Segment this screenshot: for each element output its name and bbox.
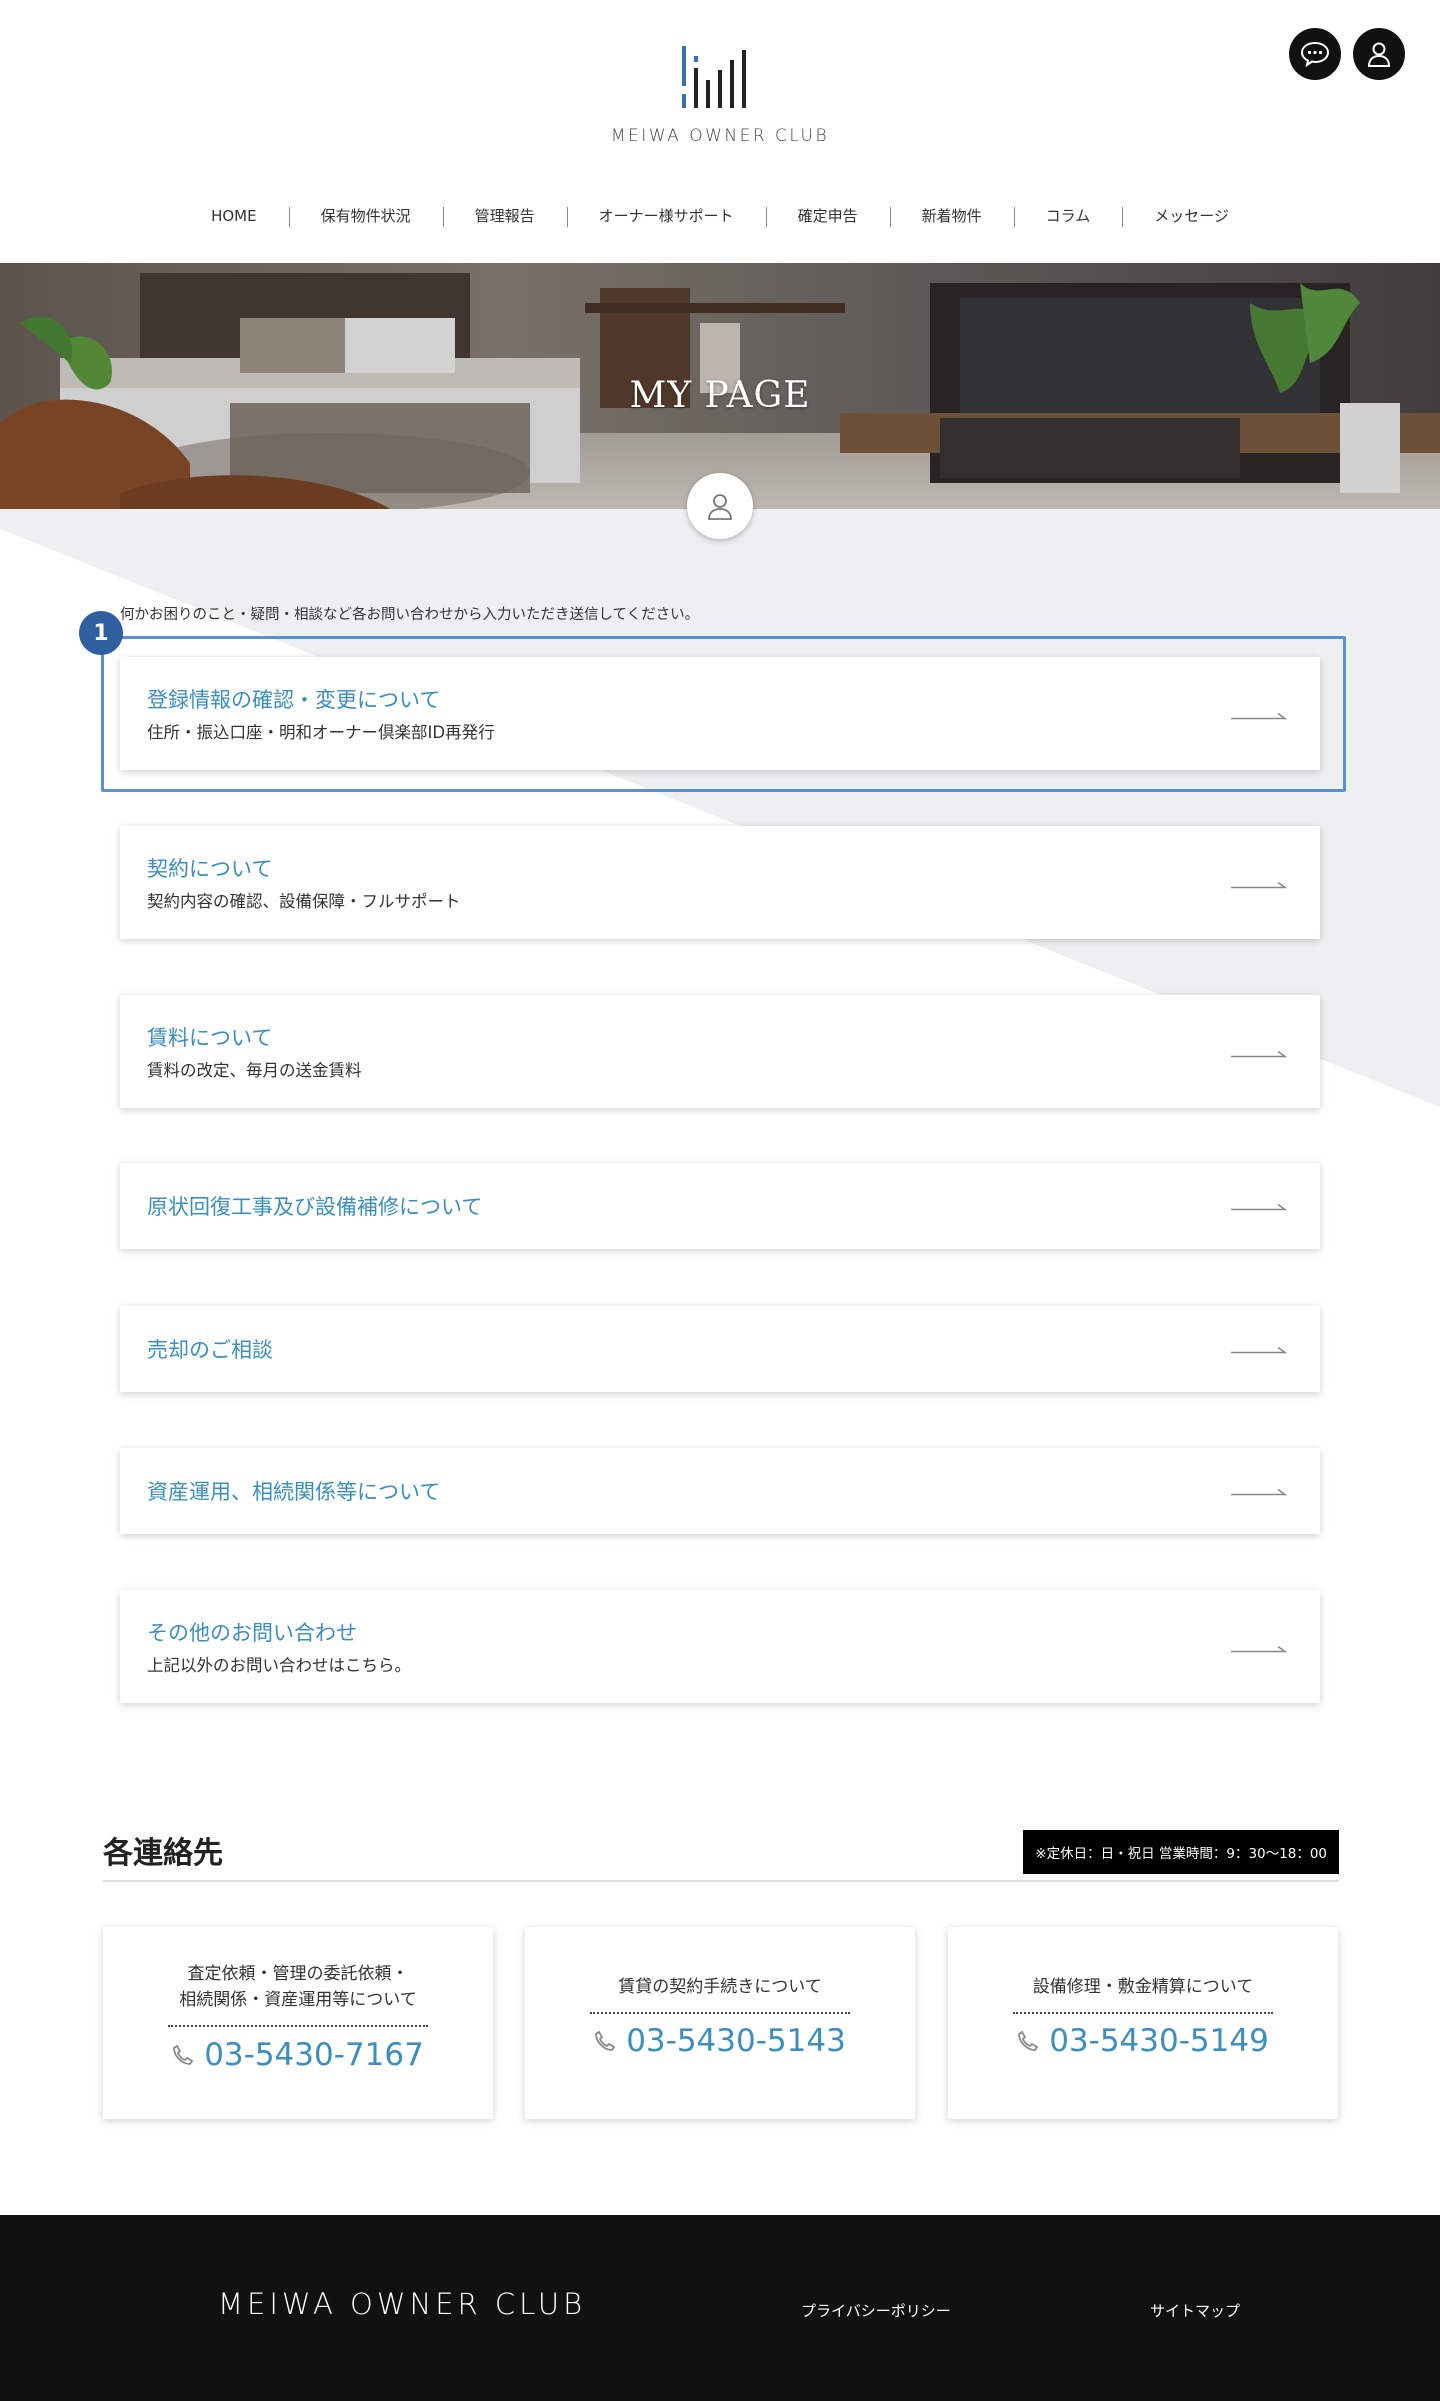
- site-header: MEIWA OWNER CLUB HOME 保有物件状況 管理報告 オーナー様サ…: [0, 0, 1440, 263]
- arrow-right-icon: [1231, 881, 1287, 889]
- menu-card-sale[interactable]: 売却のご相談: [120, 1306, 1320, 1392]
- phone-icon: [173, 2044, 194, 2065]
- footer-link-sitemap[interactable]: サイトマップ: [1150, 2300, 1240, 2321]
- arrow-right-icon: [1231, 1346, 1287, 1354]
- site-logo[interactable]: MEIWA OWNER CLUB: [0, 42, 1440, 146]
- user-icon: [1367, 42, 1391, 67]
- footer-link-privacy[interactable]: プライバシーポリシー: [801, 2300, 951, 2321]
- menu-card-title: 契約について: [147, 857, 273, 881]
- intro-text: 何かお困りのこと・疑問・相談など各お問い合わせから入力いただき送信してください。: [120, 607, 700, 623]
- logo-text: MEIWA OWNER CLUB: [610, 126, 830, 146]
- menu-card-title: 登録情報の確認・変更について: [147, 688, 441, 712]
- menu-card-subtitle: 賃料の改定、毎月の送金賃料: [147, 1061, 362, 1080]
- header-icons: [1289, 28, 1405, 80]
- nav-item-tax-return[interactable]: 確定申告: [765, 205, 890, 227]
- menu-card-title: その他のお問い合わせ: [147, 1621, 357, 1645]
- contact-card-repair: 設備修理・敷金精算について 03-5430-5149: [948, 1927, 1338, 2119]
- site-footer: MEIWA OWNER CLUB プライバシーポリシー サイトマップ: [0, 2215, 1440, 2401]
- global-nav: HOME 保有物件状況 管理報告 オーナー様サポート 確定申告 新着物件 コラム…: [0, 205, 1440, 227]
- nav-item-properties[interactable]: 保有物件状況: [288, 205, 443, 227]
- nav-item-home[interactable]: HOME: [179, 205, 289, 227]
- logo-bars-icon: [682, 46, 746, 108]
- mypage-user-badge: [687, 473, 753, 539]
- phone-icon: [595, 2030, 616, 2051]
- menu-card-title: 原状回復工事及び設備補修について: [147, 1195, 483, 1219]
- menu-card-title: 売却のご相談: [147, 1338, 273, 1362]
- dotted-divider: [1013, 2012, 1273, 2014]
- dotted-divider: [590, 2012, 850, 2014]
- menu-card-subtitle: 上記以外のお問い合わせはこちら。: [147, 1656, 411, 1675]
- user-outline-icon: [708, 494, 732, 520]
- chat-button[interactable]: [1289, 28, 1341, 80]
- menu-card-subtitle: 契約内容の確認、設備保障・フルサポート: [147, 892, 461, 911]
- phone-icon: [1018, 2030, 1039, 2051]
- contacts-header: 各連絡先 ※定休日：日・祝日 営業時間：9：30〜18：00: [103, 1820, 1339, 1882]
- menu-card-asset[interactable]: 資産運用、相続関係等について: [120, 1448, 1320, 1534]
- menu-card-restoration[interactable]: 原状回復工事及び設備補修について: [120, 1163, 1320, 1249]
- nav-item-message[interactable]: メッセージ: [1122, 205, 1261, 227]
- menu-card-registration[interactable]: 登録情報の確認・変更について 住所・振込口座・明和オーナー倶楽部ID再発行: [120, 657, 1320, 770]
- contact-card-label: 賃貸の契約手続きについて: [618, 1977, 822, 1997]
- dotted-divider: [168, 2025, 428, 2027]
- phone-number: 03-5430-7167: [204, 2037, 424, 2073]
- menu-card-other[interactable]: その他のお問い合わせ 上記以外のお問い合わせはこちら。: [120, 1590, 1320, 1703]
- phone-link[interactable]: 03-5430-7167: [103, 2037, 493, 2073]
- arrow-right-icon: [1231, 1050, 1287, 1058]
- arrow-right-icon: [1231, 1488, 1287, 1496]
- menu-card-title: 賃料について: [147, 1026, 273, 1050]
- footer-logo[interactable]: MEIWA OWNER CLUB: [218, 2287, 586, 2321]
- menu-card-rent[interactable]: 賃料について 賃料の改定、毎月の送金賃料: [120, 995, 1320, 1108]
- phone-number: 03-5430-5143: [626, 2023, 846, 2059]
- page-title: MY PAGE: [629, 375, 811, 416]
- arrow-right-icon: [1231, 1203, 1287, 1211]
- nav-item-new-properties[interactable]: 新着物件: [889, 205, 1014, 227]
- business-hours: ※定休日：日・祝日 営業時間：9：30〜18：00: [1023, 1830, 1339, 1874]
- menu-card-contract[interactable]: 契約について 契約内容の確認、設備保障・フルサポート: [120, 826, 1320, 939]
- contact-card-rental: 賃貸の契約手続きについて 03-5430-5143: [525, 1927, 915, 2119]
- nav-item-column[interactable]: コラム: [1013, 205, 1123, 227]
- nav-item-management-report[interactable]: 管理報告: [442, 205, 567, 227]
- contacts-title: 各連絡先: [103, 1836, 223, 1871]
- phone-number: 03-5430-5149: [1049, 2023, 1269, 2059]
- step-badge: 1: [79, 611, 123, 655]
- contact-card-assessment: 査定依頼・管理の委託依頼・ 相続関係・資産運用等について 03-5430-716…: [103, 1927, 493, 2119]
- nav-item-owner-support[interactable]: オーナー様サポート: [566, 205, 766, 227]
- menu-card-subtitle: 住所・振込口座・明和オーナー倶楽部ID再発行: [147, 723, 495, 742]
- phone-link[interactable]: 03-5430-5143: [525, 2023, 915, 2059]
- contact-card-label: 査定依頼・管理の委託依頼・ 相続関係・資産運用等について: [179, 1964, 417, 2010]
- arrow-right-icon: [1231, 712, 1287, 720]
- account-button[interactable]: [1353, 28, 1405, 80]
- menu-card-title: 資産運用、相続関係等について: [147, 1480, 441, 1504]
- contact-card-label: 設備修理・敷金精算について: [1032, 1977, 1254, 1997]
- arrow-right-icon: [1231, 1645, 1287, 1653]
- phone-link[interactable]: 03-5430-5149: [948, 2023, 1338, 2059]
- chat-icon: [1300, 41, 1330, 67]
